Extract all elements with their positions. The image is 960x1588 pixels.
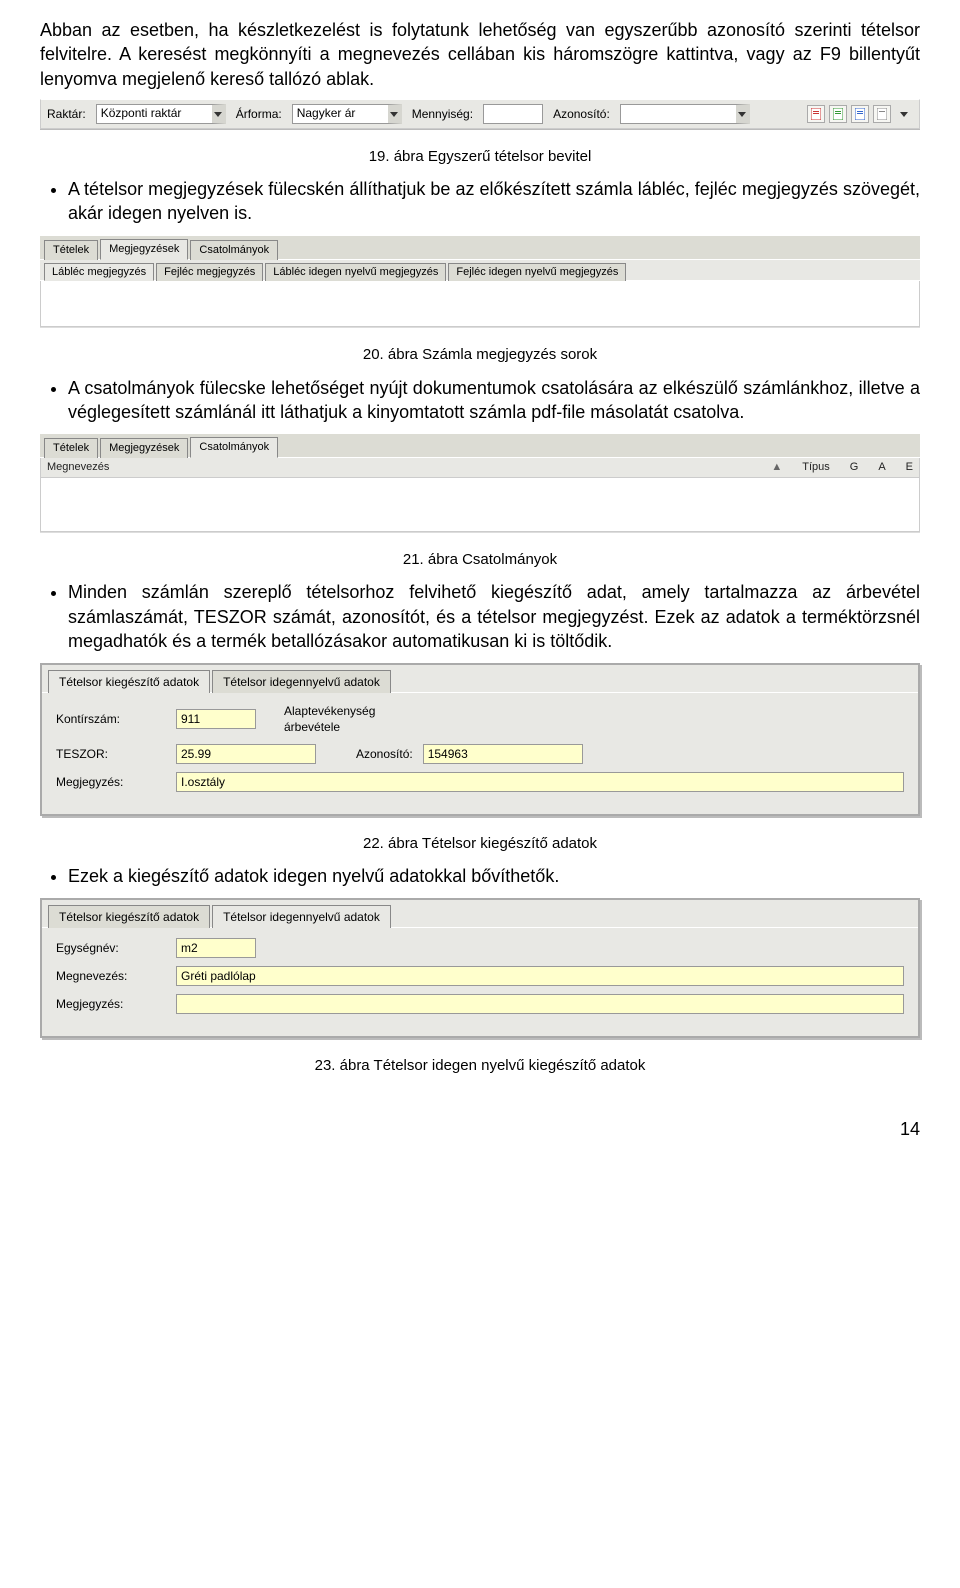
toolbar: Raktár: Központi raktár Árforma: Nagyker…	[40, 99, 920, 129]
figure-20: Tételek Megjegyzések Csatolmányok Lábléc…	[40, 236, 920, 328]
form-body: Egységnév: Megnevezés: Megjegyzés:	[42, 928, 918, 1036]
tab-kiegeszito[interactable]: Tételsor kiegészítő adatok	[48, 905, 210, 928]
kontirszam-input[interactable]	[176, 709, 256, 729]
subtab[interactable]: Fejléc idegen nyelvű megjegyzés	[448, 263, 626, 282]
doc-icon[interactable]	[873, 105, 891, 123]
doc-icon[interactable]	[829, 105, 847, 123]
teszor-label: TESZOR:	[56, 746, 166, 762]
figure-22-caption: 22. ábra Tételsor kiegészítő adatok	[40, 834, 920, 854]
arforma-dropdown[interactable]: Nagyker ár	[292, 104, 402, 124]
tab-idegennyelvu[interactable]: Tételsor idegennyelvű adatok	[212, 670, 391, 693]
tab-csatolmanyok[interactable]: Csatolmányok	[190, 437, 278, 458]
doc-icon[interactable]	[807, 105, 825, 123]
figure-20-caption: 20. ábra Számla megjegyzés sorok	[40, 345, 920, 365]
bullet-item: Minden számlán szereplő tételsorhoz felv…	[68, 580, 920, 653]
attachments-list[interactable]	[40, 478, 920, 532]
tab-megjegyzesek[interactable]: Megjegyzések	[100, 438, 188, 458]
teszor-input[interactable]	[176, 744, 316, 764]
tabstrip: Tételsor kiegészítő adatok Tételsor ideg…	[42, 900, 918, 928]
azonosito-label: Azonosító:	[553, 106, 610, 122]
subtab[interactable]: Lábléc megjegyzés	[44, 263, 154, 282]
tab-tetelek[interactable]: Tételek	[44, 240, 98, 260]
raktar-dropdown[interactable]: Központi raktár	[96, 104, 226, 124]
figure-22: Tételsor kiegészítő adatok Tételsor ideg…	[40, 663, 920, 816]
subtab[interactable]: Lábléc idegen nyelvű megjegyzés	[265, 263, 446, 282]
tab-tetelek[interactable]: Tételek	[44, 438, 98, 458]
azonosito-dropdown[interactable]	[620, 104, 750, 124]
tabstrip: Tételsor kiegészítő adatok Tételsor ideg…	[42, 665, 918, 693]
toolbar-icons	[807, 105, 913, 123]
panel-body[interactable]	[40, 281, 920, 327]
col-tipus: Típus	[802, 460, 830, 475]
bullet-item: A csatolmányok fülecske lehetőséget nyúj…	[68, 376, 920, 425]
kontirszam-label: Kontírszám:	[56, 711, 166, 727]
megjegyzes-label: Megjegyzés:	[56, 996, 166, 1012]
figure-21: Tételek Megjegyzések Csatolmányok Megnev…	[40, 434, 920, 532]
col-g: G	[850, 460, 859, 475]
mennyiseg-label: Mennyiség:	[412, 106, 473, 122]
col-megnevezes: Megnevezés	[47, 460, 109, 475]
egysegnev-label: Egységnév:	[56, 940, 166, 956]
tab-csatolmanyok[interactable]: Csatolmányok	[190, 240, 278, 260]
arforma-label: Árforma:	[236, 106, 282, 122]
col-e: E	[906, 460, 913, 475]
form-body: Kontírszám: Alaptevékenység árbevétele T…	[42, 693, 918, 813]
intro-paragraph: Abban az esetben, ha készletkezelést is …	[40, 18, 920, 91]
megjegyzes-input[interactable]	[176, 772, 904, 792]
megnevezes-label: Megnevezés:	[56, 968, 166, 984]
page-number: 14	[40, 1117, 920, 1141]
attachments-header: Megnevezés ▲ Típus G A E	[40, 458, 920, 478]
tabstrip-main: Tételek Megjegyzések Csatolmányok	[40, 236, 920, 260]
megjegyzes-label: Megjegyzés:	[56, 774, 166, 790]
megjegyzes-input[interactable]	[176, 994, 904, 1014]
col-a: A	[878, 460, 885, 475]
megnevezes-input[interactable]	[176, 966, 904, 986]
subtab[interactable]: Fejléc megjegyzés	[156, 263, 263, 282]
tab-kiegeszito[interactable]: Tételsor kiegészítő adatok	[48, 670, 210, 693]
mennyiseg-input[interactable]	[483, 104, 543, 124]
figure-19-caption: 19. ábra Egyszerű tételsor bevitel	[40, 147, 920, 167]
tab-megjegyzesek[interactable]: Megjegyzések	[100, 239, 188, 260]
bullet-item: A tételsor megjegyzések fülecskén állíth…	[68, 177, 920, 226]
azonosito-label: Azonosító:	[326, 746, 413, 762]
raktar-label: Raktár:	[47, 106, 86, 122]
doc-icon[interactable]	[851, 105, 869, 123]
figure-19: Raktár: Központi raktár Árforma: Nagyker…	[40, 99, 920, 129]
kontirszam-desc: Alaptevékenység árbevétele	[266, 703, 426, 735]
bullet-item: Ezek a kiegészítő adatok idegen nyelvű a…	[68, 864, 920, 888]
dropdown-arrow-icon[interactable]	[895, 105, 913, 123]
scroll-up-icon[interactable]: ▲	[771, 460, 782, 475]
tabstrip-main: Tételek Megjegyzések Csatolmányok	[40, 434, 920, 458]
tabstrip-sub: Lábléc megjegyzés Fejléc megjegyzés Lábl…	[40, 260, 920, 282]
figure-21-caption: 21. ábra Csatolmányok	[40, 550, 920, 570]
figure-23: Tételsor kiegészítő adatok Tételsor ideg…	[40, 898, 920, 1038]
egysegnev-input[interactable]	[176, 938, 256, 958]
tab-idegennyelvu[interactable]: Tételsor idegennyelvű adatok	[212, 905, 391, 928]
azonosito-input[interactable]	[423, 744, 583, 764]
figure-23-caption: 23. ábra Tételsor idegen nyelvű kiegészí…	[40, 1056, 920, 1076]
